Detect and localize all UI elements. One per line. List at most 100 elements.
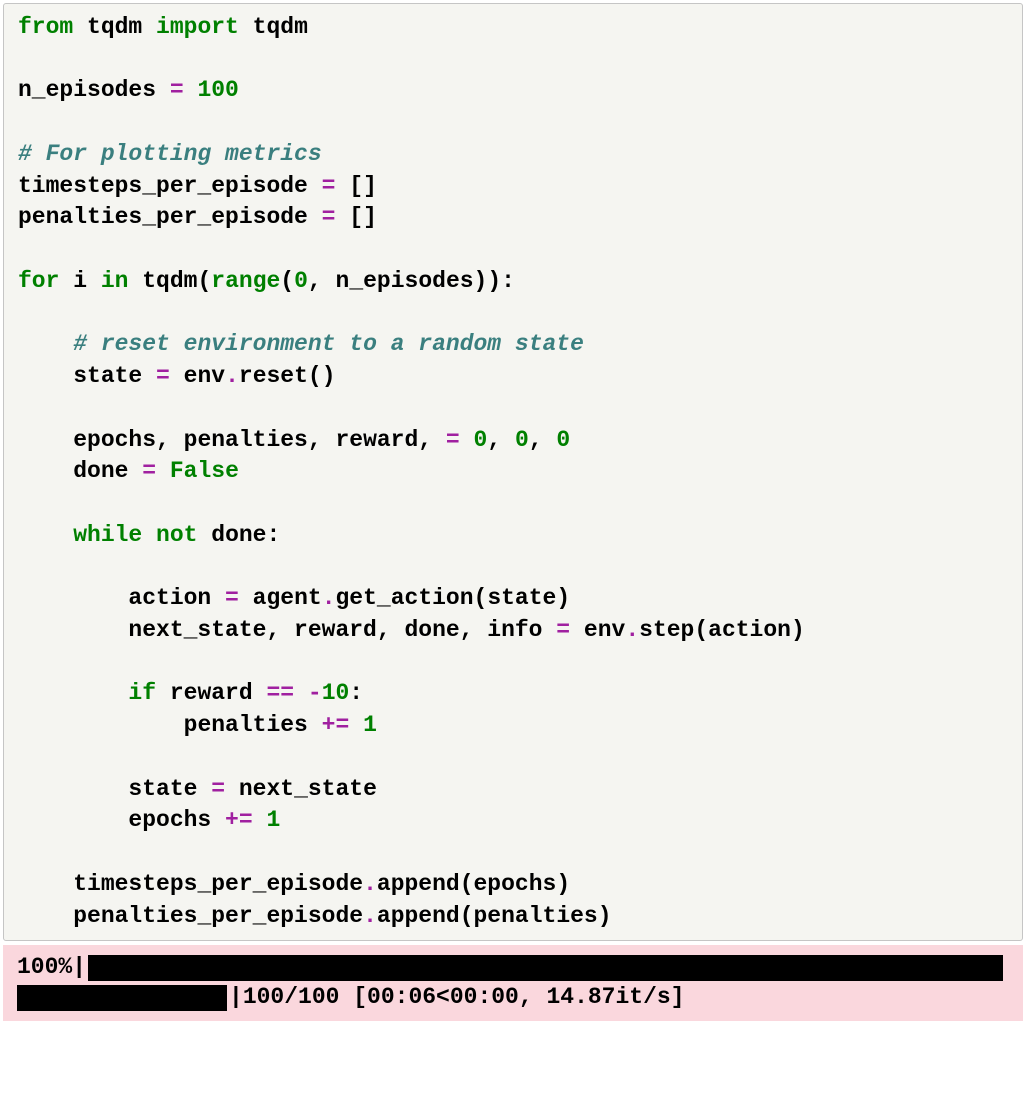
code-token: -: [308, 680, 322, 706]
code-token: 0: [515, 427, 529, 453]
code-token: step(action): [639, 617, 805, 643]
code-token: done: [73, 458, 142, 484]
code-token: in: [101, 268, 129, 294]
code-token: 0: [474, 427, 488, 453]
code-token: while: [73, 522, 142, 548]
code-indent: [18, 617, 128, 643]
code-token: agent: [239, 585, 322, 611]
code-token: .: [322, 585, 336, 611]
progress-percent: 100%: [17, 953, 72, 983]
code-token: [294, 680, 308, 706]
code-token: not: [156, 522, 197, 548]
code-token: reset(): [239, 363, 336, 389]
code-indent: [18, 585, 128, 611]
code-indent: [18, 522, 73, 548]
code-token: timesteps_per_episode: [73, 871, 363, 897]
code-token: 0: [294, 268, 308, 294]
progress-bar-segment-1: [88, 955, 1003, 981]
code-token: tqdm(: [128, 268, 211, 294]
code-token: =: [556, 617, 570, 643]
code-token: state: [73, 363, 156, 389]
code-token: [253, 807, 267, 833]
code-token: range: [211, 268, 280, 294]
code-token: [349, 712, 363, 738]
code-token: next_state: [225, 776, 377, 802]
code-block: from tqdm import tqdm n_episodes = 100 #…: [18, 12, 1008, 932]
code-token: =: [156, 363, 170, 389]
code-token: =: [446, 427, 460, 453]
progress-row-1: 100%|: [17, 953, 1009, 983]
code-token: reward: [156, 680, 266, 706]
code-token: +=: [322, 712, 350, 738]
code-token: ,: [487, 427, 515, 453]
code-token: 100: [197, 77, 238, 103]
code-token: ==: [266, 680, 294, 706]
code-indent: [18, 427, 73, 453]
code-token: env: [170, 363, 225, 389]
code-token: .: [363, 871, 377, 897]
code-token: +=: [225, 807, 253, 833]
code-token: from: [18, 14, 73, 40]
code-token: =: [142, 458, 156, 484]
code-token: =: [225, 585, 239, 611]
code-comment: # reset environment to a random state: [73, 331, 584, 357]
code-indent: [18, 458, 73, 484]
code-token: =: [322, 204, 336, 230]
code-token: =: [170, 77, 184, 103]
code-token: [460, 427, 474, 453]
code-token: []: [335, 204, 376, 230]
code-token: 1: [266, 807, 280, 833]
code-token: if: [128, 680, 156, 706]
code-indent: [18, 680, 128, 706]
code-token: 10: [322, 680, 350, 706]
code-token: get_action(state): [336, 585, 571, 611]
code-token: :: [349, 680, 363, 706]
code-token: import: [156, 14, 239, 40]
code-token: state: [128, 776, 211, 802]
code-token: penalties: [184, 712, 322, 738]
code-token: penalties_per_episode: [73, 903, 363, 929]
code-token: (: [280, 268, 294, 294]
code-token: 1: [363, 712, 377, 738]
progress-pipe: |: [72, 953, 86, 983]
code-token: penalties_per_episode: [18, 204, 322, 230]
code-token: []: [335, 173, 376, 199]
output-cell: 100%| | 100/100 [00:06<00:00, 14.87it/s]: [3, 945, 1023, 1021]
code-token: action: [128, 585, 225, 611]
code-token: i: [59, 268, 100, 294]
code-comment: # For plotting metrics: [18, 141, 322, 167]
code-indent: [18, 807, 128, 833]
code-indent: [18, 871, 73, 897]
code-indent: [18, 712, 184, 738]
code-token: for: [18, 268, 59, 294]
progress-stats: 100/100 [00:06<00:00, 14.87it/s]: [243, 983, 685, 1013]
progress-bar-segment-2: [17, 985, 227, 1011]
code-token: append(penalties): [377, 903, 612, 929]
code-token: [184, 77, 198, 103]
code-token: 0: [556, 427, 570, 453]
progress-row-2: | 100/100 [00:06<00:00, 14.87it/s]: [17, 983, 1009, 1013]
code-token: append(epochs): [377, 871, 570, 897]
progress-pipe: |: [229, 983, 243, 1013]
code-token: .: [363, 903, 377, 929]
code-token: next_state, reward, done, info: [128, 617, 556, 643]
code-token: done:: [197, 522, 280, 548]
code-token: tqdm: [239, 14, 308, 40]
code-indent: [18, 776, 128, 802]
code-token: .: [225, 363, 239, 389]
code-token: [156, 458, 170, 484]
code-cell: from tqdm import tqdm n_episodes = 100 #…: [3, 3, 1023, 941]
code-indent: [18, 903, 73, 929]
code-token: epochs, penalties, reward,: [73, 427, 446, 453]
code-token: epochs: [128, 807, 225, 833]
code-token: [142, 522, 156, 548]
code-token: timesteps_per_episode: [18, 173, 322, 199]
code-token: =: [322, 173, 336, 199]
code-token: env: [570, 617, 625, 643]
code-indent: [18, 363, 73, 389]
code-token: .: [625, 617, 639, 643]
code-token: n_episodes: [18, 77, 170, 103]
code-token: =: [211, 776, 225, 802]
code-indent: [18, 331, 73, 357]
code-token: tqdm: [73, 14, 156, 40]
